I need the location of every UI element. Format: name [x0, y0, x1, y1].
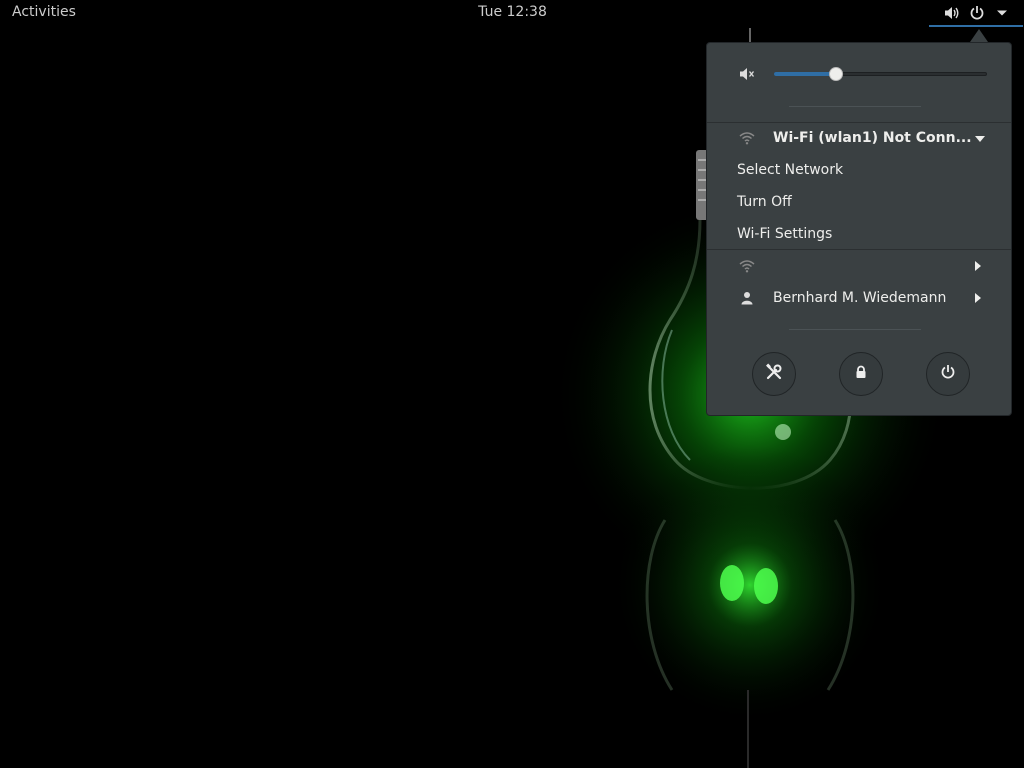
divider — [789, 329, 921, 330]
clock-button[interactable]: Tue 12:38 — [465, 0, 560, 27]
activities-button[interactable]: Activities — [0, 0, 88, 27]
volume-muted-icon[interactable] — [739, 66, 755, 82]
power-off-button[interactable] — [926, 352, 970, 396]
select-network-label: Select Network — [737, 162, 844, 178]
top-bar: Activities Tue 12:38 — [0, 0, 1024, 27]
menu-pointer — [970, 29, 988, 42]
power-icon — [968, 4, 986, 22]
chevron-down-icon — [993, 4, 1011, 22]
system-menu-button[interactable] — [929, 0, 1023, 27]
wifi-submenu-item[interactable]: Select Network — [707, 154, 1011, 186]
power-icon — [940, 364, 956, 384]
chevron-right-icon — [975, 261, 981, 271]
volume-slider-handle[interactable] — [829, 67, 843, 81]
wifi-submenu-item[interactable]: Wi-Fi Settings — [707, 218, 1011, 250]
volume-icon — [943, 4, 961, 22]
user-name-label: Bernhard M. Wiedemann — [773, 290, 947, 306]
settings-button[interactable] — [752, 352, 796, 396]
settings-icon — [765, 363, 783, 385]
wifi-status-label: Wi-Fi (wlan1) Not Conn... — [773, 130, 972, 146]
user-icon — [739, 290, 755, 306]
turn-off-label: Turn Off — [737, 194, 792, 210]
wifi-row[interactable]: Wi-Fi (wlan1) Not Conn... — [707, 122, 1011, 154]
wifi-settings-label: Wi-Fi Settings — [737, 226, 833, 242]
network-row[interactable] — [707, 250, 1011, 282]
lock-button[interactable] — [839, 352, 883, 396]
user-row[interactable]: Bernhard M. Wiedemann — [707, 282, 1011, 314]
wifi-icon — [739, 130, 755, 146]
wifi-icon — [739, 258, 755, 274]
wifi-submenu-item[interactable]: Turn Off — [707, 186, 1011, 218]
chevron-down-icon — [975, 136, 985, 142]
system-menu: Wi-Fi (wlan1) Not Conn... Select Network… — [706, 42, 1012, 416]
lock-icon — [854, 365, 868, 383]
volume-slider[interactable] — [774, 66, 987, 82]
divider — [789, 106, 921, 107]
chevron-right-icon — [975, 293, 981, 303]
desktop: Activities Tue 12:38 Wi-Fi (wlan1) Not C… — [0, 0, 1024, 768]
volume-slider-fill — [774, 72, 836, 76]
